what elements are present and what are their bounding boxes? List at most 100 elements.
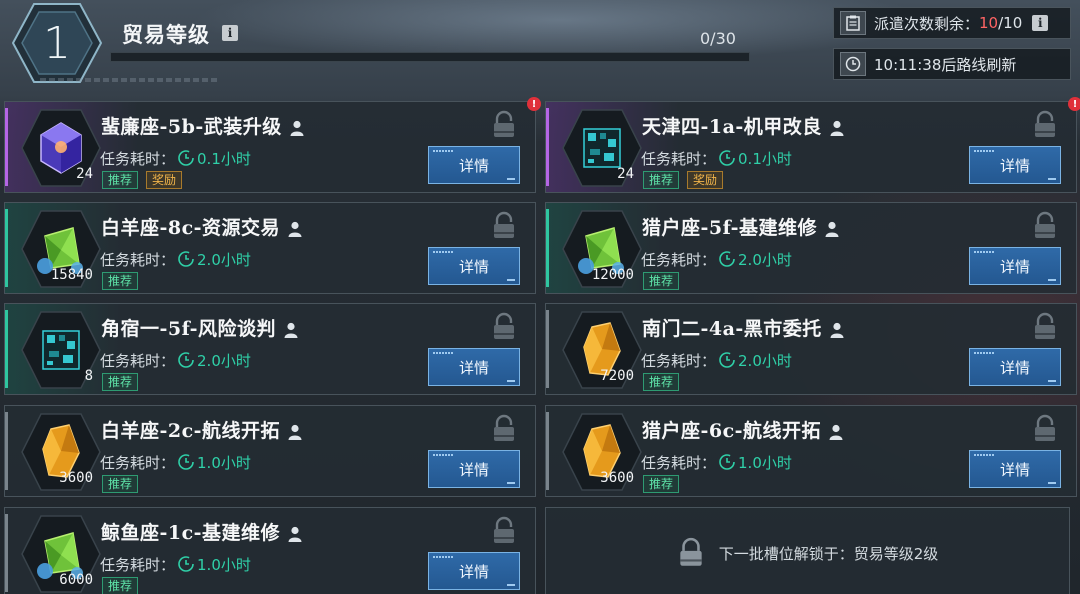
duration-label: 任务耗时： (100, 150, 176, 168)
lock-icon[interactable] (1032, 414, 1058, 444)
lock-icon[interactable] (1032, 110, 1058, 140)
duration-clock-icon (178, 352, 194, 368)
header-decoration (40, 78, 220, 82)
clock-icon (840, 52, 866, 76)
mission-duration: 任务耗时： 2.0小时 (100, 249, 251, 270)
mission-duration: 任务耗时： 2.0小时 (100, 350, 251, 371)
duration-label: 任务耗时： (641, 150, 717, 168)
rarity-edge (546, 108, 549, 186)
mission-card[interactable]: 6000 鲸鱼座-1c-基建维修 任务耗时： 1.0小时 推荐 详情 (4, 507, 536, 594)
mission-title: 南门二-4a-黑市委托 (642, 314, 846, 341)
trade-level-number: 1 (43, 17, 71, 69)
item-count: 7200 (600, 368, 634, 384)
detail-button[interactable]: 详情 (428, 552, 520, 590)
mission-tags: 推荐 奖励 (643, 171, 724, 189)
mission-card[interactable]: 3600 白羊座-2c-航线开拓 任务耗时： 1.0小时 推荐 详情 (4, 405, 536, 497)
dispatch-remaining-value: 10 (979, 14, 999, 32)
mission-card[interactable]: 12000 猎户座-5f-基建维修 任务耗时： 2.0小时 推荐 详情 (545, 202, 1077, 294)
item-count: 15840 (50, 267, 93, 283)
detail-button[interactable]: 详情 (969, 450, 1061, 488)
recommend-tag: 推荐 (643, 171, 680, 189)
rarity-edge (5, 108, 8, 186)
item-count: 6000 (59, 572, 93, 588)
recommend-tag: 推荐 (102, 171, 139, 189)
agent-person-icon (288, 424, 302, 440)
lock-icon[interactable] (491, 414, 517, 444)
recommend-tag: 推荐 (643, 475, 680, 493)
route-refresh-text: 10:11:38后路线刷新 (874, 55, 1017, 74)
duration-label: 任务耗时： (641, 454, 717, 472)
mission-card[interactable]: 7200 南门二-4a-黑市委托 任务耗时： 2.0小时 推荐 详情 (545, 303, 1077, 395)
lock-icon[interactable] (1032, 211, 1058, 241)
lock-icon[interactable] (491, 516, 517, 546)
mission-title-text: 南门二-4a-黑市委托 (642, 318, 822, 340)
mission-title: 蜚廉座-5b-武装升级 (101, 112, 306, 139)
trade-level-info-icon[interactable]: i (222, 25, 238, 41)
item-count: 3600 (59, 470, 93, 486)
detail-button[interactable]: 详情 (428, 146, 520, 184)
mission-duration: 任务耗时： 1.0小时 (100, 554, 251, 575)
duration-label: 任务耗时： (100, 454, 176, 472)
duration-clock-icon (719, 352, 735, 368)
duration-value: 2.0小时 (738, 352, 792, 370)
mission-card[interactable]: 24 天津四-1a-机甲改良 任务耗时： 0.1小时 推荐 奖励 详情 ! (545, 97, 1080, 193)
duration-clock-icon (178, 556, 194, 572)
detail-button[interactable]: 详情 (428, 450, 520, 488)
mission-title-text: 白羊座-8c-资源交易 (101, 217, 281, 239)
mission-tags: 推荐 (102, 577, 139, 594)
detail-button[interactable]: 详情 (428, 348, 520, 386)
dispatch-info-icon[interactable]: i (1032, 15, 1049, 31)
mission-title: 天津四-1a-机甲改良 (642, 112, 846, 139)
route-refresh-box: 10:11:38后路线刷新 (833, 48, 1071, 80)
lock-icon[interactable] (491, 110, 517, 140)
dispatch-remaining-label: 派遣次数剩余： (874, 14, 980, 33)
lock-icon[interactable] (491, 312, 517, 342)
mission-title: 猎户座-6c-航线开拓 (642, 416, 845, 443)
detail-button[interactable]: 详情 (969, 146, 1061, 184)
duration-value: 2.0小时 (738, 251, 792, 269)
dispatch-total-value: /10 (998, 14, 1023, 32)
rarity-edge (546, 412, 549, 490)
mission-tags: 推荐 (643, 272, 680, 290)
trade-level-progress-bar (110, 52, 750, 62)
mission-title: 白羊座-2c-航线开拓 (101, 416, 304, 443)
duration-value: 0.1小时 (738, 150, 792, 168)
mission-title: 猎户座-5f-基建维修 (642, 213, 841, 240)
mission-card[interactable]: 24 蜚廉座-5b-武装升级 任务耗时： 0.1小时 推荐 奖励 详情 ! (4, 97, 541, 193)
agent-person-icon (825, 221, 839, 237)
mission-tags: 推荐 (102, 272, 139, 290)
agent-person-icon (290, 120, 304, 136)
rarity-edge (5, 209, 8, 287)
duration-label: 任务耗时： (641, 352, 717, 370)
agent-person-icon (830, 120, 844, 136)
rarity-edge (5, 412, 8, 490)
lock-icon[interactable] (491, 211, 517, 241)
recommend-tag: 推荐 (102, 373, 139, 391)
mission-title: 角宿一-5f-风险谈判 (101, 314, 300, 341)
trade-level-title: 贸易等级 (122, 22, 210, 47)
duration-clock-icon (178, 454, 194, 470)
duration-clock-icon (719, 150, 735, 166)
item-count: 8 (84, 368, 93, 384)
duration-value: 2.0小时 (197, 251, 251, 269)
mission-duration: 任务耗时： 1.0小时 (641, 452, 792, 473)
duration-value: 1.0小时 (738, 454, 792, 472)
detail-button[interactable]: 详情 (969, 348, 1061, 386)
rarity-edge (5, 514, 8, 592)
lock-icon[interactable] (1032, 312, 1058, 342)
duration-clock-icon (719, 251, 735, 267)
detail-button[interactable]: 详情 (428, 247, 520, 285)
duration-label: 任务耗时： (100, 556, 176, 574)
mission-title-text: 猎户座-5f-基建维修 (642, 217, 817, 239)
detail-button[interactable]: 详情 (969, 247, 1061, 285)
agent-person-icon (288, 526, 302, 542)
mission-card[interactable]: 15840 白羊座-8c-资源交易 任务耗时： 2.0小时 推荐 详情 (4, 202, 536, 294)
rarity-edge (546, 310, 549, 388)
recommend-tag: 推荐 (643, 272, 680, 290)
mission-card[interactable]: 8 角宿一-5f-风险谈判 任务耗时： 2.0小时 推荐 详情 (4, 303, 536, 395)
duration-clock-icon (719, 454, 735, 470)
agent-person-icon (830, 322, 844, 338)
duration-label: 任务耗时： (100, 251, 176, 269)
mission-card[interactable]: 3600 猎户座-6c-航线开拓 任务耗时： 1.0小时 推荐 详情 (545, 405, 1077, 497)
trade-level-header: 1 贸易等级 i 0/30 派遣次数剩余： 10 /10 i 10:11:38后… (0, 0, 1080, 94)
